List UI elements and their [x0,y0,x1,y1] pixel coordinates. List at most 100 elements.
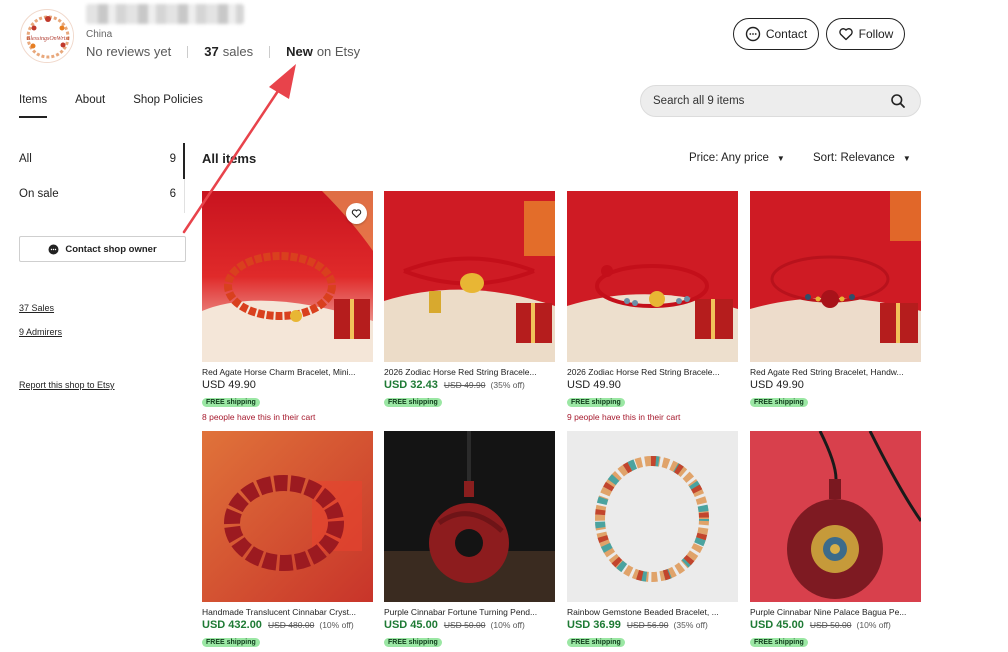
product-title[interactable]: 2026 Zodiac Horse Red String Bracele... [567,367,738,377]
product-original-price: USD 49.90 [443,380,486,390]
price-filter-label: Price: Any price [689,152,769,164]
heart-icon [351,209,362,219]
product-price-row: USD 432.00 USD 480.00 (10% off) [202,619,373,631]
chat-bubble-icon [48,244,59,255]
product-image[interactable] [384,191,555,362]
product-image[interactable] [384,431,555,602]
product-card[interactable]: Purple Cinnabar Fortune Turning Pend... … [384,431,555,649]
product-price-row: USD 49.90 [750,379,921,391]
pendant-photo [384,431,555,602]
product-image[interactable] [202,191,373,362]
product-price: USD 32.43 [384,379,438,391]
tab-shop-policies[interactable]: Shop Policies [133,94,203,118]
shop-logo[interactable]: BlessingsOnWrist [20,9,74,63]
sort-dropdown[interactable]: Sort: Relevance ▼ [813,152,911,164]
new-badge-strong: New [286,44,313,59]
product-price: USD 36.99 [567,619,621,631]
product-price-row: USD 32.43 USD 49.90 (35% off) [384,379,555,391]
shop-logo-icon: BlessingsOnWrist [22,11,73,62]
product-price: USD 45.00 [750,619,804,631]
product-image[interactable] [202,431,373,602]
bracelet-photo [750,191,921,362]
product-card[interactable]: Handmade Translucent Cinnabar Cryst... U… [202,431,373,649]
favorite-button[interactable] [346,203,367,224]
bracelet-photo [567,431,738,602]
price-filter-dropdown[interactable]: Price: Any price ▼ [689,152,785,164]
shop-tabs: Items About Shop Policies [19,94,231,118]
heart-icon [838,26,854,42]
product-price: USD 45.00 [384,619,438,631]
bracelet-photo [567,191,738,362]
product-card[interactable]: 2026 Zodiac Horse Red String Bracele... … [384,191,555,409]
product-image[interactable] [750,431,921,602]
product-price: USD 49.90 [750,379,804,391]
shop-stats: No reviews yet 37 sales New on Etsy [86,44,360,59]
product-image[interactable] [567,431,738,602]
sidebar-item-all[interactable]: All 9 [19,153,185,165]
reviews-text: No reviews yet [86,44,172,59]
sales-label: sales [222,44,254,59]
follow-button[interactable]: Follow [826,18,905,50]
free-shipping-badge: FREE shipping [384,638,442,647]
listing-heading: All items [202,151,257,166]
product-card[interactable]: 2026 Zodiac Horse Red String Bracele... … [567,191,738,422]
new-badge-rest: on Etsy [316,44,361,59]
free-shipping-badge: FREE shipping [567,398,625,407]
product-discount: (35% off) [490,380,525,390]
report-shop-link[interactable]: Report this shop to Etsy [19,380,115,390]
bracelet-photo [202,431,373,602]
product-price-row: USD 45.00 USD 50.00 (10% off) [750,619,921,631]
product-original-price: USD 50.00 [809,620,852,630]
product-discount: (10% off) [856,620,891,630]
caret-down-icon: ▼ [776,153,785,163]
free-shipping-badge: FREE shipping [384,398,442,407]
contact-shop-owner-label: Contact shop owner [65,243,157,255]
contact-button[interactable]: Contact [733,18,819,50]
free-shipping-badge: FREE shipping [202,638,260,647]
product-title[interactable]: Rainbow Gemstone Beaded Bracelet, ... [567,607,738,617]
product-card[interactable]: Rainbow Gemstone Beaded Bracelet, ... US… [567,431,738,649]
sidebar-item-label: All [19,153,32,165]
sort-label: Sort: Relevance [813,152,895,164]
free-shipping-badge: FREE shipping [567,638,625,647]
product-card[interactable]: Purple Cinnabar Nine Palace Bagua Pe... … [750,431,921,649]
sidebar-active-indicator [183,143,185,179]
product-image[interactable] [567,191,738,362]
product-title[interactable]: Purple Cinnabar Fortune Turning Pend... [384,607,555,617]
stats-divider [269,45,271,58]
product-price-row: USD 45.00 USD 50.00 (10% off) [384,619,555,631]
sidebar-item-count: 6 [169,188,176,200]
free-shipping-badge: FREE shipping [202,398,260,407]
free-shipping-badge: FREE shipping [750,398,808,407]
tab-items[interactable]: Items [19,94,48,118]
sidebar-item-on-sale[interactable]: On sale 6 [19,188,185,200]
product-title[interactable]: Red Agate Horse Charm Bracelet, Mini... [202,367,373,377]
cart-note: 9 people have this in their cart [567,412,681,422]
sales-link[interactable]: 37 Sales [19,303,54,313]
cart-note: 8 people have this in their cart [202,412,316,422]
admirers-link[interactable]: 9 Admirers [19,327,62,337]
free-shipping-badge: FREE shipping [750,638,808,647]
product-price-row: USD 49.90 [202,379,373,391]
product-card[interactable]: Red Agate Horse Charm Bracelet, Mini... … [202,191,373,422]
search-icon[interactable] [890,93,906,109]
search-input[interactable] [653,95,890,107]
product-title[interactable]: Handmade Translucent Cinnabar Cryst... [202,607,373,617]
sidebar-item-count: 9 [169,153,176,165]
svg-text:BlessingsOnWrist: BlessingsOnWrist [27,36,70,42]
product-original-price: USD 480.00 [268,620,315,630]
product-price-row: USD 49.90 [567,379,738,391]
product-discount: (10% off) [319,620,354,630]
product-image[interactable] [750,191,921,362]
product-original-price: USD 56.90 [626,620,669,630]
product-title[interactable]: Purple Cinnabar Nine Palace Bagua Pe... [750,607,921,617]
product-original-price: USD 50.00 [443,620,486,630]
product-title[interactable]: Red Agate Red String Bracelet, Handw... [750,367,921,377]
product-price-row: USD 36.99 USD 56.90 (35% off) [567,619,738,631]
contact-shop-owner-button[interactable]: Contact shop owner [19,236,186,262]
product-price: USD 432.00 [202,619,262,631]
product-title[interactable]: 2026 Zodiac Horse Red String Bracele... [384,367,555,377]
product-card[interactable]: Red Agate Red String Bracelet, Handw... … [750,191,921,409]
tab-about[interactable]: About [75,94,105,118]
shop-search [640,85,921,117]
